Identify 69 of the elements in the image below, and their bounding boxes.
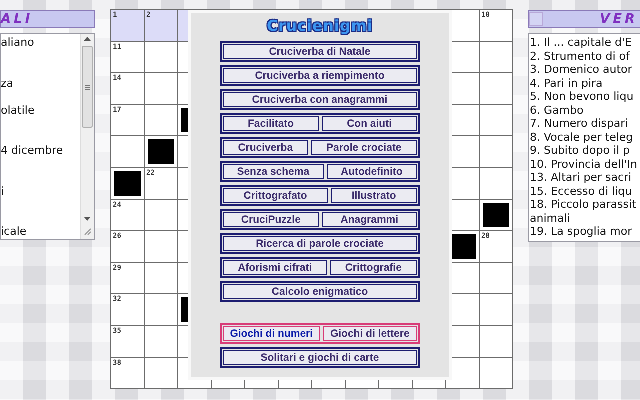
grid-cell[interactable]	[144, 200, 177, 230]
menu-button[interactable]: Cruciverba di Natale	[223, 44, 417, 59]
menu-button[interactable]: Con aiuti	[322, 116, 418, 131]
menu-button[interactable]: Autodefinito	[326, 164, 418, 179]
grip-icon	[85, 84, 90, 90]
panel-title: VER	[600, 12, 639, 26]
panel-title: ALI	[1, 12, 34, 26]
clue-text: 10. Provincia dell'In	[529, 158, 638, 171]
clue-text: animali	[529, 212, 572, 225]
clue-text: 15. Eccesso di liqu	[529, 184, 634, 198]
grid-cell[interactable]	[480, 136, 512, 167]
clue-text: 9. Subito dopo il p	[529, 144, 632, 158]
grid-cell[interactable]	[144, 42, 177, 72]
clue-text: 8. Vocale per teleg	[529, 130, 634, 144]
scroll-up-icon[interactable]	[84, 37, 91, 41]
scrollbar[interactable]	[80, 34, 94, 239]
grid-cell[interactable]	[480, 73, 512, 104]
menu-button[interactable]: Giochi di numeri	[223, 326, 320, 341]
grid-cell[interactable]	[480, 326, 512, 357]
grid-cell[interactable]	[480, 294, 512, 325]
grid-cell[interactable]	[144, 326, 177, 357]
clue-text: olatile	[1, 104, 36, 117]
grid-cell[interactable]	[144, 104, 177, 136]
menu-button[interactable]: Illustrato	[331, 188, 417, 203]
clue-text: icale	[1, 225, 28, 238]
clue-text: 4. Pari in pira	[529, 76, 604, 90]
grid-cell[interactable]	[144, 262, 177, 294]
clue-text: 5. Non bevono liqu	[529, 90, 635, 104]
menu-button[interactable]: Crittografato	[223, 188, 328, 203]
clue-text: 13. Altari per sacri	[529, 171, 633, 184]
clue-text: 4 dicembre	[1, 144, 64, 158]
menu-button[interactable]: Senza schema	[223, 164, 324, 179]
menu-button[interactable]: Calcolo enigmatico	[223, 284, 417, 299]
menu-button[interactable]: Cruciverba a riempimento	[223, 68, 417, 83]
clue-text: 7. Numero dispari	[529, 117, 630, 130]
scroll-thumb[interactable]	[82, 46, 93, 128]
clue-text: 6. Gambo	[529, 104, 585, 117]
grid-cell[interactable]	[144, 358, 177, 388]
popup-title: Crucienigmi	[266, 17, 374, 37]
clue-text: 1. Il ... capitale d'E	[529, 36, 633, 50]
grid-cell[interactable]	[480, 104, 512, 136]
grid-cell[interactable]	[144, 231, 177, 262]
clue-text: aliano	[1, 36, 36, 50]
clue-text: 19. La spoglia mor	[529, 225, 634, 238]
menu-button[interactable]: Anagrammi	[322, 212, 417, 227]
menu-button[interactable]: Cruciverba con anagrammi	[223, 92, 417, 107]
menu-button[interactable]: CruciPuzzle	[223, 212, 320, 227]
grid-cell[interactable]	[480, 42, 512, 72]
resize-grip-icon[interactable]	[83, 227, 92, 236]
clue-text: za	[1, 76, 15, 90]
menu-button[interactable]: Giochi di lettere	[323, 326, 418, 341]
menu-button[interactable]: Crittografie	[330, 260, 418, 275]
grid-cell[interactable]	[480, 358, 512, 388]
clue-text: 3. Domenico autor	[529, 63, 634, 76]
menu-button[interactable]: Cruciverba	[223, 140, 308, 155]
scroll-down-icon[interactable]	[84, 217, 91, 221]
menu-button[interactable]: Aforismi cifrati	[223, 260, 328, 275]
grid-cell[interactable]	[480, 168, 512, 199]
menu-button[interactable]: Parole crociate	[311, 140, 417, 155]
grid-cell[interactable]	[111, 136, 144, 167]
clue-text: 2. Strumento di of	[529, 50, 632, 63]
clue-text: i	[1, 184, 6, 198]
menu-button[interactable]: Facilitato	[223, 116, 320, 131]
menu-button[interactable]: Solitari e giochi di carte	[223, 350, 417, 365]
grid-cell[interactable]	[480, 262, 512, 294]
grid-cell[interactable]	[144, 294, 177, 325]
menu-button[interactable]: Ricerca di parole crociate	[223, 236, 417, 251]
clue-text: 18. Piccolo parassit	[529, 198, 638, 212]
grid-cell[interactable]	[144, 73, 177, 104]
